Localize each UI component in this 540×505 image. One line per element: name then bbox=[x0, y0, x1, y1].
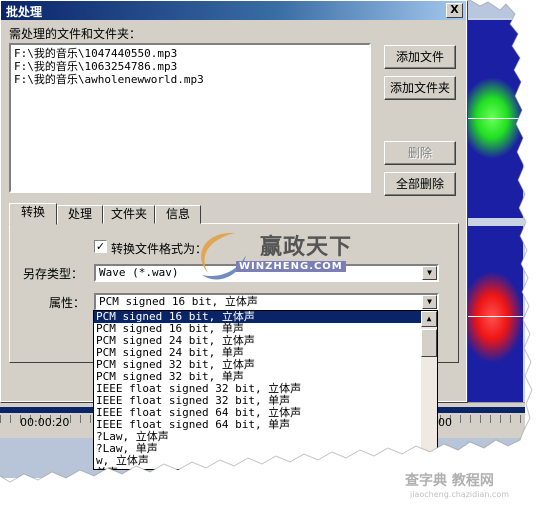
file-list-item[interactable]: F:\我的音乐\1047440550.mp3 bbox=[14, 47, 366, 60]
delete-button[interactable]: 删除 bbox=[384, 141, 456, 165]
add-file-button[interactable]: 添加文件 bbox=[384, 45, 456, 69]
add-folder-button[interactable]: 添加文件夹 bbox=[384, 76, 456, 100]
save-type-select[interactable]: Wave (*.wav) ▼ bbox=[94, 264, 439, 282]
dropdown-option[interactable]: 单声 bbox=[94, 467, 437, 470]
delete-all-button[interactable]: 全部删除 bbox=[384, 172, 456, 196]
scroll-thumb[interactable] bbox=[421, 329, 437, 357]
dialog-title: 批处理 bbox=[6, 5, 43, 19]
attr-value: PCM signed 16 bit, 立体声 bbox=[99, 295, 258, 308]
time-label: 00 bbox=[438, 416, 452, 429]
chevron-down-icon[interactable]: ▼ bbox=[422, 266, 437, 280]
site-watermark-url: jiaocheng.chazidian.com bbox=[410, 490, 510, 499]
save-type-label: 另存类型： bbox=[23, 267, 84, 281]
tab-folder[interactable]: 文件夹 bbox=[103, 205, 155, 224]
convert-format-label: 转换文件格式为： bbox=[111, 242, 208, 256]
waveform-red bbox=[467, 272, 523, 362]
dropdown-option[interactable]: w, 立体声 bbox=[94, 455, 437, 467]
attr-label: 属性： bbox=[49, 296, 86, 310]
site-watermark: 查字典 教程网 bbox=[405, 473, 494, 489]
files-label: 需处理的文件和文件夹： bbox=[9, 27, 142, 41]
file-list[interactable]: F:\我的音乐\1047440550.mp3 F:\我的音乐\106325478… bbox=[9, 43, 371, 193]
tab-process[interactable]: 处理 bbox=[57, 205, 103, 224]
file-list-item[interactable]: F:\我的音乐\1063254786.mp3 bbox=[14, 60, 366, 73]
attr-select[interactable]: PCM signed 16 bit, 立体声 ▼ bbox=[94, 293, 439, 311]
close-button[interactable]: X bbox=[446, 3, 463, 18]
tab-info[interactable]: 信息 bbox=[155, 205, 201, 224]
scroll-up-icon[interactable]: ▲ bbox=[421, 311, 437, 327]
file-list-item[interactable]: F:\我的音乐\awholenewworld.mp3 bbox=[14, 73, 366, 86]
time-label: 00:00:20 bbox=[20, 416, 70, 429]
dialog-titlebar: 批处理 X bbox=[1, 1, 466, 20]
save-type-value: Wave (*.wav) bbox=[99, 266, 179, 279]
waveform-midline bbox=[467, 316, 523, 317]
tab-convert[interactable]: 转换 bbox=[9, 203, 57, 225]
waveform-midline bbox=[467, 118, 523, 119]
chevron-down-icon[interactable]: ▼ bbox=[422, 295, 437, 309]
dropdown-scrollbar[interactable]: ▲ bbox=[421, 311, 437, 469]
attr-dropdown-list[interactable]: PCM signed 16 bit, 立体声 PCM signed 16 bit… bbox=[93, 310, 438, 470]
convert-format-checkbox[interactable]: ✓ bbox=[94, 240, 107, 253]
